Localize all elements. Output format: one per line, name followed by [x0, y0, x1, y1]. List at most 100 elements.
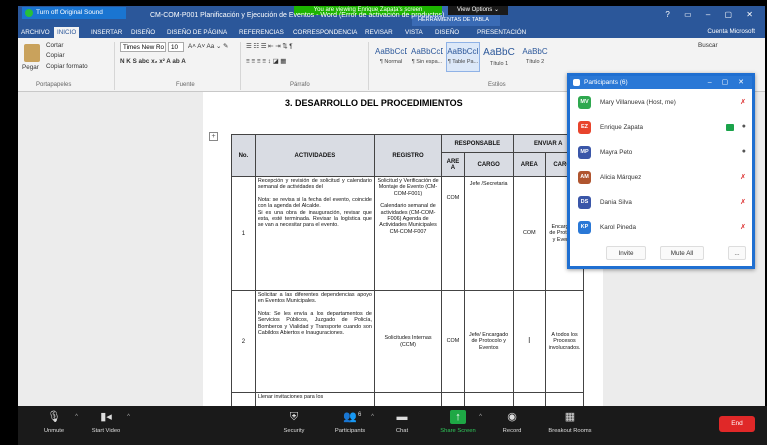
shield-icon: ⛨	[289, 411, 299, 423]
font-format-tools[interactable]: N K S abc x₂ x² A ab A	[120, 58, 186, 65]
tab-diseno[interactable]: DISEÑO	[128, 27, 158, 38]
style-table-paragraph[interactable]: AaBbCcI ¶ Table Pa...	[446, 42, 480, 72]
paste-icon[interactable]	[24, 44, 40, 62]
copy-button[interactable]: Copiar	[46, 52, 65, 59]
group-styles-label: Estilos	[488, 82, 506, 88]
table-row: Llenar invitaciones para los	[231, 392, 584, 406]
record-icon: ◉	[507, 411, 517, 423]
participant-row[interactable]: AM Alicia Márquez ✗	[578, 171, 748, 185]
start-video-button[interactable]: ▮◂ Start Video ^	[76, 410, 136, 442]
chat-button[interactable]: ▬ Chat	[372, 410, 432, 442]
registro-cell	[373, 392, 443, 406]
style-titulo-1[interactable]: AaBbC Título 1	[482, 42, 516, 72]
avatar: EZ	[578, 121, 591, 134]
tab-referencias[interactable]: REFERENCIAS	[236, 27, 287, 38]
header-no: No.	[231, 134, 256, 177]
tab-inicio[interactable]: INICIO	[54, 27, 80, 38]
mic-muted-icon[interactable]: ✗	[740, 223, 746, 231]
row-number: 1	[231, 176, 256, 291]
text-cursor: I	[512, 290, 547, 393]
document-title: CM-COM-P001 Planificación y Ejecución de…	[150, 12, 445, 19]
participant-name: Dania Silva	[600, 199, 632, 206]
divider	[114, 42, 115, 90]
cut-button[interactable]: Cortar	[46, 42, 64, 49]
mic-muted-icon[interactable]: ✗	[740, 198, 746, 206]
breakout-rooms-icon: ▦	[564, 411, 576, 423]
style-normal[interactable]: AaBbCcDc ¶ Normal	[374, 42, 408, 72]
tab-revisar[interactable]: REVISAR	[362, 27, 396, 38]
security-button[interactable]: ⛨ Security	[264, 410, 324, 442]
ribbon-tabs: ARCHIVO INICIO INSERTAR DISEÑO DISEÑO DE…	[18, 26, 765, 38]
word-title-bar: Turn off Original Sound You are viewing …	[18, 6, 765, 26]
area-cell: COM	[441, 176, 465, 291]
table-move-handle[interactable]: +	[209, 132, 218, 141]
tab-correspondencia[interactable]: CORRESPONDENCIA	[290, 27, 360, 38]
unmute-button[interactable]: 🎙 Unmute ^	[24, 410, 84, 442]
document-page[interactable]: 3. DESARROLLO DEL PROCEDIMIENTOS + No. A…	[203, 92, 603, 406]
microsoft-account[interactable]: Cuenta Microsoft	[707, 28, 755, 35]
participants-icon	[573, 79, 580, 86]
activity-cell: Recepción y revisión de solicitud y cale…	[254, 176, 375, 291]
avatar: MV	[578, 96, 591, 109]
mic-muted-icon[interactable]: ✗	[740, 98, 746, 106]
context-tab-label: HERRAMIENTAS DE TABLA	[418, 17, 489, 23]
window-controls[interactable]: ? ▭ – ▢ ✕	[665, 10, 759, 19]
tab-diseno-tabla[interactable]: DISEÑO	[432, 27, 462, 38]
header-area-2: AREA	[512, 152, 547, 177]
participant-row[interactable]: MV Mary Villanueva (Host, me) ✗	[578, 96, 748, 110]
header-area: ARE A	[441, 152, 465, 177]
font-name-combo[interactable]: Times New Ro	[120, 42, 166, 52]
record-button[interactable]: ◉ Record	[482, 410, 542, 442]
share-screen-button[interactable]: ↑ Share Screen ^	[428, 410, 488, 442]
table-row: 1 Recepción y revisión de solicitud y ca…	[231, 176, 584, 291]
font-size-tools[interactable]: A˄ A˅ Aa ⌄ ✎	[188, 43, 228, 50]
participant-row[interactable]: KP Karol Pineda ✗	[578, 221, 748, 235]
participant-row[interactable]: MP Mayra Peto ●	[578, 146, 748, 160]
tab-insertar[interactable]: INSERTAR	[88, 27, 125, 38]
divider	[368, 42, 369, 90]
participant-row[interactable]: EZ Enrique Zapata ●	[578, 121, 748, 135]
tab-archivo[interactable]: ARCHIVO	[18, 27, 53, 38]
participants-panel-title[interactable]: Participants (6) – ▢ ✕	[570, 76, 752, 89]
paragraph-align-tools[interactable]: ≡ ≡ ≡ ≡ ↕ ◪ ▦	[246, 58, 286, 65]
breakout-rooms-button[interactable]: ▦ Breakout Rooms	[540, 410, 600, 442]
panel-window-controls[interactable]: – ▢ ✕	[708, 76, 748, 89]
style-sin-espaciado[interactable]: AaBbCcDc ¶ Sin espa...	[410, 42, 444, 72]
caret-up-icon[interactable]: ^	[127, 414, 130, 420]
activities-table: No. ACTIVIDADES REGISTRO RESPONSABLE ENV…	[231, 134, 585, 406]
end-meeting-button[interactable]: End	[719, 416, 755, 432]
send-area-cell: COM	[512, 176, 547, 291]
turn-off-original-sound-button[interactable]: Turn off Original Sound	[22, 7, 126, 19]
mic-icon[interactable]: ●	[742, 148, 746, 155]
find-button[interactable]: Buscar	[698, 42, 718, 49]
header-responsable: RESPONSABLE	[441, 134, 514, 153]
participant-name: Alicia Márquez	[600, 174, 642, 181]
copy-format-button[interactable]: Copiar formato	[46, 63, 88, 70]
paragraph-list-tools[interactable]: ☰ ☷ ☰ ⇤ ⇥ ⇅ ¶	[246, 43, 293, 50]
header-activities: ACTIVIDADES	[254, 134, 375, 177]
mic-icon[interactable]: ●	[742, 123, 746, 130]
avatar: KP	[578, 221, 591, 234]
avatar: MP	[578, 146, 591, 159]
font-size-combo[interactable]: 10	[168, 42, 184, 52]
row-number	[231, 392, 256, 406]
participant-row[interactable]: DS Dania Silva ✗	[578, 196, 748, 210]
participants-button[interactable]: 👥 6 Participants ^	[320, 410, 380, 442]
chat-icon: ▬	[396, 411, 408, 423]
mic-muted-icon[interactable]: ✗	[740, 173, 746, 181]
paste-button[interactable]: Pegar	[22, 64, 39, 71]
participant-name: Enrique Zapata	[600, 124, 644, 131]
cargo-cell: Jefe/ Encargado de Protocolo y Eventos	[463, 290, 514, 393]
style-titulo-2[interactable]: AaBbC Título 2	[518, 42, 552, 72]
avatar: DS	[578, 196, 591, 209]
tab-presentacion[interactable]: PRESENTACIÓN	[474, 27, 529, 38]
view-options-button[interactable]: View Options ⌄	[448, 6, 508, 15]
tab-diseno-pagina[interactable]: DISEÑO DE PÁGINA	[164, 27, 230, 38]
more-button[interactable]: ...	[728, 246, 746, 260]
invite-button[interactable]: Invite	[606, 246, 646, 260]
tab-vista[interactable]: VISTA	[402, 27, 426, 38]
mute-all-button[interactable]: Mute All	[660, 246, 704, 260]
participants-panel[interactable]: Participants (6) – ▢ ✕ MV Mary Villanuev…	[567, 73, 755, 269]
video-icon[interactable]	[726, 124, 734, 131]
share-screen-icon: ↑	[450, 410, 466, 424]
